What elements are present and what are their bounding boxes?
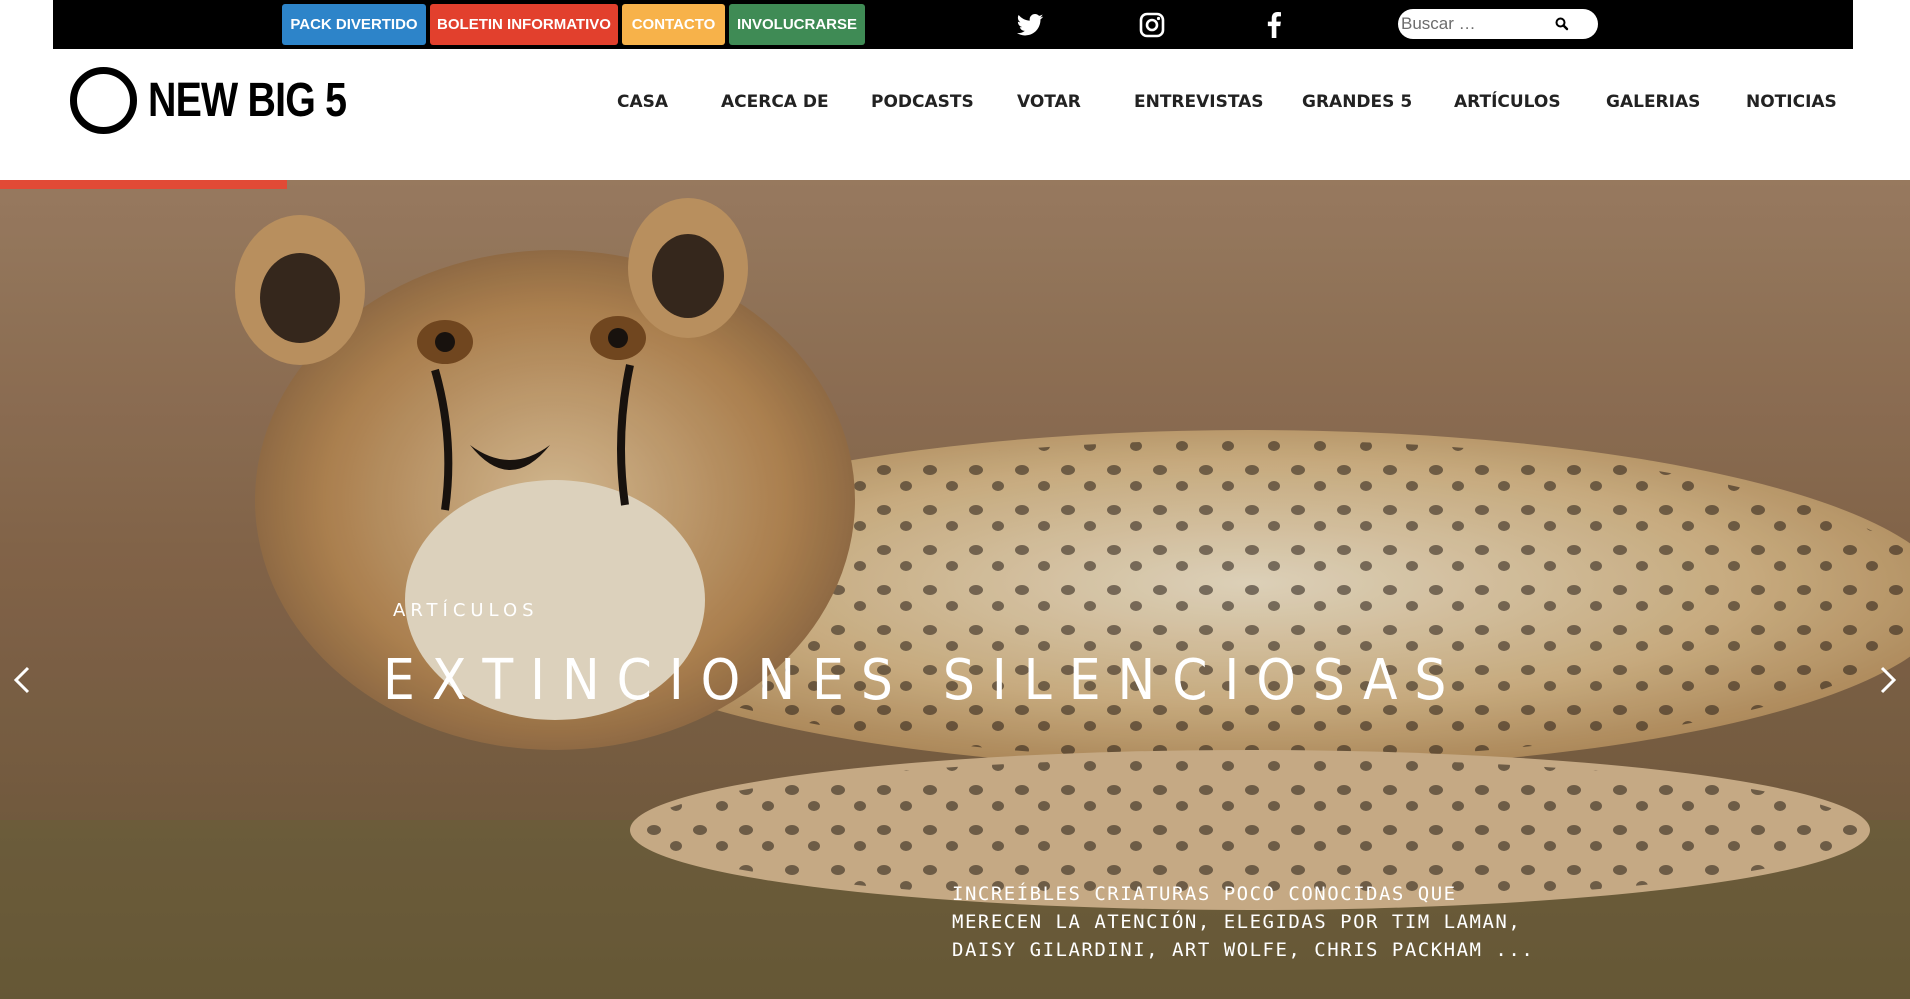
nav-item-galerias[interactable]: GALERIAS — [1606, 92, 1700, 112]
site-logo[interactable]: NEW BIG 5 — [70, 65, 390, 135]
search-input[interactable] — [1401, 13, 1561, 35]
logo-text: NEW BIG 5 — [148, 73, 347, 127]
nav-item-podcasts[interactable]: PODCASTS — [871, 92, 974, 112]
pack-divertido-button[interactable]: PACK DIVERTIDO — [282, 4, 426, 45]
nav-item-casa[interactable]: CASA — [617, 92, 668, 112]
top-bar: PACK DIVERTIDO BOLETIN INFORMATIVO CONTA… — [53, 0, 1853, 49]
logo-ring-icon — [70, 66, 137, 134]
twitter-icon[interactable] — [1015, 10, 1045, 40]
nav-item-grandes-5[interactable]: GRANDES 5 — [1302, 92, 1412, 112]
nav-item-entrevistas[interactable]: ENTREVISTAS — [1134, 92, 1264, 112]
newsletter-button[interactable]: BOLETIN INFORMATIVO — [430, 4, 618, 45]
facebook-icon[interactable] — [1259, 10, 1289, 40]
hero-image — [0, 180, 1910, 999]
nav-item-noticias[interactable]: NOTICIAS — [1746, 92, 1837, 112]
search-icon[interactable] — [1554, 16, 1570, 32]
get-involved-button[interactable]: INVOLUCRARSE — [729, 4, 865, 45]
contact-button[interactable]: CONTACTO — [622, 4, 725, 45]
nav-item-votar[interactable]: VOTAR — [1017, 92, 1081, 112]
hero-title[interactable]: EXTINCIONES SILENCIOSAS — [383, 648, 1463, 713]
nav-item-articulos[interactable]: ARTÍCULOS — [1454, 92, 1561, 112]
hero-slider: ARTÍCULOS EXTINCIONES SILENCIOSAS INCREÍ… — [0, 180, 1910, 999]
hero-excerpt: INCREÍBLES CRIATURAS POCO CONOCIDAS QUE … — [952, 883, 1535, 961]
nav-item-acerca-de[interactable]: ACERCA DE — [721, 92, 829, 112]
hero-category-link[interactable]: ARTÍCULOS — [393, 600, 539, 621]
slide-progress-bar — [0, 180, 287, 189]
search-box — [1398, 9, 1598, 39]
chevron-left-icon[interactable] — [6, 660, 36, 700]
instagram-icon[interactable] — [1137, 10, 1167, 40]
site-header: NEW BIG 5 CASA ACERCA DE PODCASTS VOTAR … — [0, 49, 1910, 180]
chevron-right-icon[interactable] — [1874, 660, 1904, 700]
